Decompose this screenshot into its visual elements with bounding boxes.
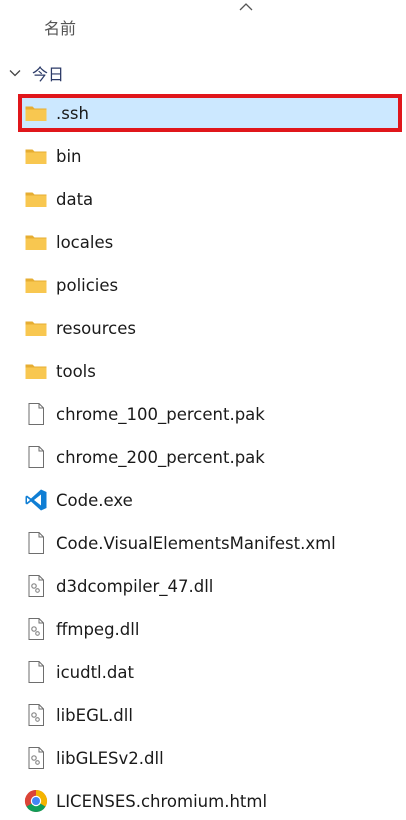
- dll-icon: [24, 703, 48, 727]
- vscode-icon: [24, 488, 48, 512]
- file-item[interactable]: resources: [18, 309, 402, 347]
- file-icon: [24, 660, 48, 684]
- file-explorer-pane: 名前 今日 .ssh bin data locales policies resource…: [0, 0, 406, 820]
- folder-icon: [24, 144, 48, 168]
- file-name: libGLESv2.dll: [56, 748, 164, 768]
- dll-icon: [24, 746, 48, 770]
- file-name: chrome_100_percent.pak: [56, 404, 265, 424]
- selected-file-item[interactable]: .ssh: [18, 94, 402, 132]
- file-item[interactable]: bin: [18, 137, 402, 175]
- file-name: chrome_200_percent.pak: [56, 447, 265, 467]
- file-item[interactable]: icudtl.dat: [18, 653, 402, 691]
- folder-icon: [24, 273, 48, 297]
- file-name: LICENSES.chromium.html: [56, 791, 268, 811]
- file-row[interactable]: d3dcompiler_47.dll: [0, 565, 406, 608]
- dll-icon: [24, 574, 48, 598]
- file-icon: [24, 531, 48, 555]
- file-item[interactable]: chrome_100_percent.pak: [18, 395, 402, 433]
- file-item[interactable]: Code.exe: [18, 481, 402, 519]
- sort-ascending-icon[interactable]: [238, 2, 254, 12]
- group-header-today[interactable]: 今日: [8, 60, 64, 86]
- file-row[interactable]: chrome_200_percent.pak: [0, 436, 406, 479]
- file-row[interactable]: tools: [0, 350, 406, 393]
- chevron-down-icon[interactable]: [8, 66, 22, 80]
- file-row[interactable]: LICENSES.chromium.html: [0, 780, 406, 820]
- file-name: data: [56, 189, 94, 209]
- file-item[interactable]: LICENSES.chromium.html: [18, 782, 402, 820]
- file-name: bin: [56, 146, 82, 166]
- group-label: 今日: [32, 65, 65, 84]
- file-name: .ssh: [56, 103, 89, 123]
- file-name: libEGL.dll: [56, 705, 133, 725]
- folder-icon: [24, 316, 48, 340]
- folder-icon: [24, 187, 48, 211]
- file-name: Code.exe: [56, 490, 133, 510]
- file-icon: [24, 402, 48, 426]
- file-name: icudtl.dat: [56, 662, 134, 682]
- column-header: 名前: [0, 0, 406, 50]
- file-item[interactable]: libGLESv2.dll: [18, 739, 402, 777]
- file-row[interactable]: policies: [0, 264, 406, 307]
- file-row[interactable]: bin: [0, 135, 406, 178]
- file-name: d3dcompiler_47.dll: [56, 576, 214, 596]
- file-name: locales: [56, 232, 114, 252]
- folder-icon: [24, 230, 48, 254]
- file-name: resources: [56, 318, 136, 338]
- file-item[interactable]: locales: [18, 223, 402, 261]
- folder-icon: [24, 359, 48, 383]
- file-row[interactable]: data: [0, 178, 406, 221]
- file-row[interactable]: .ssh: [0, 92, 406, 135]
- file-item[interactable]: Code.VisualElementsManifest.xml: [18, 524, 402, 562]
- file-item[interactable]: policies: [18, 266, 402, 304]
- file-row[interactable]: libGLESv2.dll: [0, 737, 406, 780]
- folder-icon: [24, 101, 48, 125]
- file-list: .ssh bin data locales policies resources tools…: [0, 92, 406, 820]
- file-item[interactable]: libEGL.dll: [18, 696, 402, 734]
- file-row[interactable]: libEGL.dll: [0, 694, 406, 737]
- file-row[interactable]: locales: [0, 221, 406, 264]
- chrome-icon: [24, 789, 48, 813]
- dll-icon: [24, 617, 48, 641]
- file-row[interactable]: ffmpeg.dll: [0, 608, 406, 651]
- file-row[interactable]: resources: [0, 307, 406, 350]
- file-row[interactable]: Code.exe: [0, 479, 406, 522]
- file-item[interactable]: tools: [18, 352, 402, 390]
- file-icon: [24, 445, 48, 469]
- file-row[interactable]: icudtl.dat: [0, 651, 406, 694]
- file-row[interactable]: Code.VisualElementsManifest.xml: [0, 522, 406, 565]
- file-name: Code.VisualElementsManifest.xml: [56, 533, 336, 553]
- file-name: tools: [56, 361, 96, 381]
- file-name: policies: [56, 275, 119, 295]
- file-item[interactable]: d3dcompiler_47.dll: [18, 567, 402, 605]
- file-item[interactable]: chrome_200_percent.pak: [18, 438, 402, 476]
- file-row[interactable]: chrome_100_percent.pak: [0, 393, 406, 436]
- name-column-header[interactable]: 名前: [44, 15, 76, 39]
- file-item[interactable]: ffmpeg.dll: [18, 610, 402, 648]
- file-item[interactable]: data: [18, 180, 402, 218]
- file-name: ffmpeg.dll: [56, 619, 140, 639]
